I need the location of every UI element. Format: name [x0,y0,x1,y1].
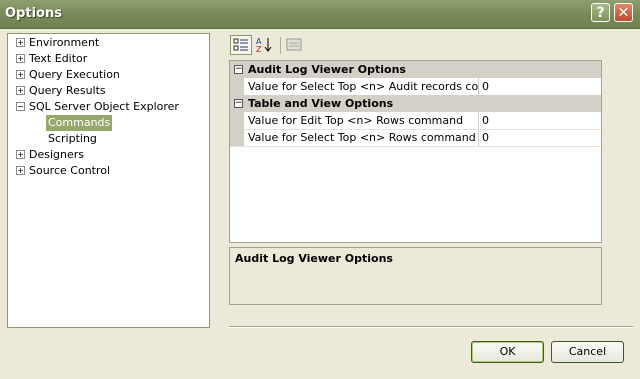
collapse-icon[interactable]: − [234,65,243,74]
help-button[interactable]: ? [591,3,610,22]
property-name: Value for Select Top <n> Audit records c… [248,80,478,93]
categorized-button[interactable] [230,35,252,55]
expand-icon[interactable]: + [16,166,25,175]
property-pages-icon [286,38,302,51]
toolbar-separator [280,37,281,54]
tree-item-label: Query Results [29,84,106,97]
collapse-icon[interactable]: − [16,102,25,111]
window-title: Options [5,6,62,21]
property-value[interactable]: 0 [482,78,489,95]
help-icon: ? [596,5,605,21]
close-button[interactable]: ✕ [614,3,633,22]
property-row[interactable]: Value for Edit Top <n> Rows command 0 [230,112,601,130]
collapse-icon[interactable]: − [234,99,243,108]
expand-icon[interactable]: + [16,70,25,79]
property-name: Value for Edit Top <n> Rows command [248,114,464,127]
categorized-icon [233,38,248,51]
expand-icon[interactable]: + [16,150,25,159]
description-panel: Audit Log Viewer Options [229,247,602,305]
description-title: Audit Log Viewer Options [235,252,393,265]
cancel-button[interactable]: Cancel [551,341,624,363]
options-dialog: Options ? ✕ + Environment + Text Editor … [0,0,640,379]
svg-text:Z: Z [256,45,262,53]
tree-item-label: SQL Server Object Explorer [29,100,179,113]
tree-item-label: Commands [46,115,113,131]
category-label: Table and View Options [248,97,394,110]
tree-item-label: Designers [29,148,84,161]
tree-item-label: Environment [29,36,100,49]
expand-icon[interactable]: + [16,38,25,47]
property-value[interactable]: 0 [482,129,489,146]
property-value[interactable]: 0 [482,112,489,129]
sort-alphabetical-icon: A Z [256,37,272,54]
category-row[interactable]: − Table and View Options [230,95,601,112]
property-grid[interactable]: − Audit Log Viewer Options Value for Sel… [229,60,602,243]
tree-item-label: Text Editor [29,52,88,65]
tree-item-label: Query Execution [29,68,120,81]
property-row[interactable]: Value for Select Top <n> Audit records c… [230,78,601,96]
category-row[interactable]: − Audit Log Viewer Options [230,61,601,78]
expand-icon[interactable]: + [16,86,25,95]
tree-item-label: Scripting [48,132,97,145]
tree-item-label: Source Control [29,164,111,177]
property-row[interactable]: Value for Select Top <n> Rows command 0 [230,129,601,147]
title-bar[interactable]: Options ? ✕ [0,0,640,29]
property-name: Value for Select Top <n> Rows command [248,131,476,144]
property-pages-button[interactable] [284,35,306,55]
options-tree[interactable]: + Environment + Text Editor + Query Exec… [7,33,210,328]
alphabetical-button[interactable]: A Z [254,35,276,55]
divider [229,326,633,328]
category-label: Audit Log Viewer Options [248,63,406,76]
ok-button[interactable]: OK [471,341,544,363]
expand-icon[interactable]: + [16,54,25,63]
close-icon: ✕ [617,5,630,21]
